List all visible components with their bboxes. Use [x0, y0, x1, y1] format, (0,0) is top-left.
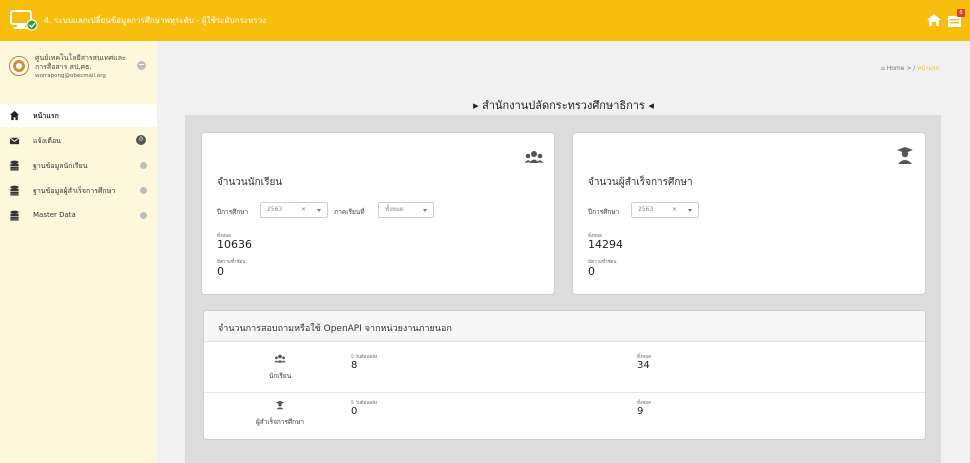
content-panel: จำนวนนักเรียน ปีการศึกษา 2563 × ภาคเรียน…	[185, 115, 941, 463]
term-select[interactable]: ทั้งหมด	[378, 202, 434, 218]
total-value: 34	[637, 360, 650, 371]
recent-value: 8	[351, 360, 358, 371]
openapi-usage-card: จำนวนการสอบถามหรือใช้ OpenAPI จากหน่วยงา…	[203, 310, 926, 440]
notification-button[interactable]: 8	[947, 9, 965, 30]
sidebar: ศูนย์เทคโนโลยีสารสนเทศและการสื่อสาร สป.ศ…	[0, 41, 157, 463]
database-icon	[10, 160, 19, 171]
sidebar-item-label: แจ้งเตือน	[33, 137, 61, 145]
notification-badge: 0	[136, 135, 146, 145]
year-select[interactable]: 2563 ×	[260, 202, 328, 218]
users-icon	[274, 354, 286, 363]
app-logo-icon[interactable]	[8, 8, 38, 32]
openapi-card-title: จำนวนการสอบถามหรือใช้ OpenAPI จากหน่วยงา…	[218, 324, 452, 334]
recent-label: 5 วันย้อนหลัง	[351, 355, 378, 360]
term-label: ภาคเรียนที่	[334, 208, 365, 216]
sidebar-item-label: ฐานข้อมูลนักเรียน	[33, 162, 88, 170]
students-card-title: จำนวนนักเรียน	[217, 177, 283, 188]
students-duplicate-value: 0	[217, 265, 224, 278]
app-title: 4. ระบบแลกเปลี่ยนข้อมูลการศึกษาพหุระดับ …	[44, 16, 267, 25]
year-select-value: 2563	[638, 206, 654, 213]
notification-count-badge: 8	[957, 9, 965, 17]
total-label: ทั้งหมด	[637, 355, 652, 360]
database-icon	[10, 210, 19, 221]
expand-icon	[140, 212, 147, 219]
term-select-value: ทั้งหมด	[385, 206, 404, 213]
total-label: ทั้งหมด	[637, 401, 652, 406]
row-label: ผู้สำเร็จการศึกษา	[255, 418, 305, 426]
top-bar: 4. ระบบแลกเปลี่ยนข้อมูลการศึกษาพหุระดับ …	[0, 0, 970, 41]
sidebar-item-master-data[interactable]: Master Data	[0, 204, 157, 227]
year-label: ปีการศึกษา	[217, 208, 249, 216]
graduates-duplicate-value: 0	[588, 265, 595, 278]
graduates-total-value: 14294	[588, 238, 623, 251]
envelope-icon	[9, 137, 20, 145]
graduate-icon	[897, 147, 913, 164]
sidebar-item-label: Master Data	[33, 211, 76, 219]
table-row: นักเรียน 5 วันย้อนหลัง 8 ทั้งหมด 34	[204, 349, 925, 393]
org-email: worrapong@obecmail.org	[35, 73, 106, 79]
clear-icon[interactable]: ×	[672, 203, 677, 217]
expand-icon	[140, 162, 147, 169]
org-name: ศูนย์เทคโนโลยีสารสนเทศและการสื่อสาร สป.ศ…	[35, 54, 126, 71]
year-label: ปีการศึกษา	[588, 208, 620, 216]
expand-icon	[140, 187, 147, 194]
year-select-value: 2563	[267, 206, 283, 213]
students-total-value: 10636	[217, 238, 252, 251]
chevron-down-icon	[423, 209, 427, 212]
sidebar-item-graduate-db[interactable]: ฐานข้อมูลผู้สำเร็จการศึกษา	[0, 179, 157, 202]
sidebar-item-label: ฐานข้อมูลผู้สำเร็จการศึกษา	[33, 187, 116, 195]
page-title: ▸ สำนักงานปลัดกระทรวงศึกษาธิการ ◂	[473, 99, 654, 112]
graduate-icon	[275, 400, 285, 410]
home-icon[interactable]	[926, 13, 942, 27]
breadcrumb: ⌂ Home > / หน้าแรก	[881, 63, 939, 73]
database-icon	[10, 185, 19, 196]
graduates-card-title: จำนวนผู้สำเร็จการศึกษา	[588, 177, 693, 188]
row-label: นักเรียน	[268, 372, 292, 380]
breadcrumb-separator: > /	[904, 65, 918, 72]
sidebar-item-home[interactable]: หน้าแรก	[0, 104, 157, 127]
org-avatar	[9, 56, 29, 76]
year-select[interactable]: 2563 ×	[631, 202, 699, 218]
chevron-down-icon	[317, 209, 321, 212]
total-value: 9	[637, 406, 644, 417]
duplicate-label: มีความซ้ำซ้อน	[588, 260, 617, 265]
sidebar-item-label: หน้าแรก	[33, 112, 59, 120]
graduates-card: จำนวนผู้สำเร็จการศึกษา ปีการศึกษา 2563 ×…	[572, 132, 926, 295]
recent-label: 5 วันย้อนหลัง	[351, 401, 378, 406]
users-icon	[524, 151, 544, 163]
duplicate-label: มีความซ้ำซ้อน	[217, 260, 246, 265]
recent-value: 0	[351, 406, 358, 417]
table-row: ผู้สำเร็จการศึกษา 5 วันย้อนหลัง 0 ทั้งหม…	[204, 395, 925, 439]
students-card: จำนวนนักเรียน ปีการศึกษา 2563 × ภาคเรียน…	[201, 132, 555, 295]
chevron-down-icon	[688, 209, 692, 212]
clear-icon[interactable]: ×	[301, 203, 306, 217]
sidebar-item-student-db[interactable]: ฐานข้อมูลนักเรียน	[0, 154, 157, 177]
sidebar-item-notifications[interactable]: แจ้งเตือน 0	[0, 129, 157, 152]
breadcrumb-home-link[interactable]: Home	[887, 65, 905, 72]
profile-toggle-icon[interactable]	[137, 61, 146, 70]
home-icon	[9, 110, 20, 121]
openapi-card-header: จำนวนการสอบถามหรือใช้ OpenAPI จากหน่วยงา…	[204, 311, 925, 342]
breadcrumb-current: หน้าแรก	[917, 65, 940, 72]
